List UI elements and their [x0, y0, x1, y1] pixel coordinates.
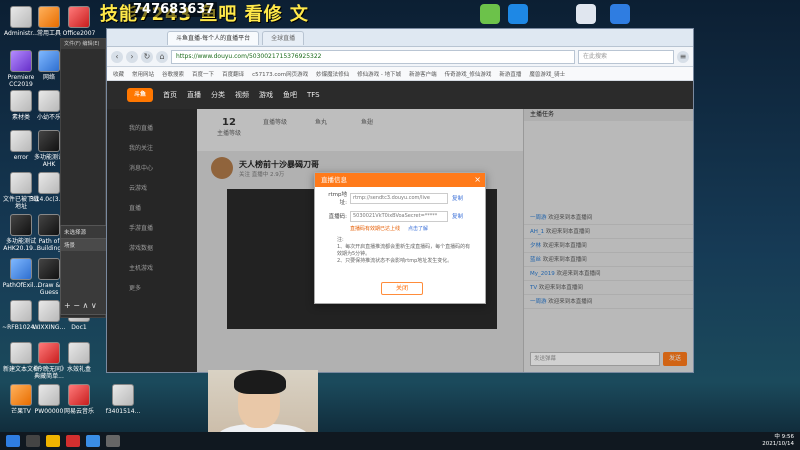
taskbar: 中 9:56 2021/10/14 — [0, 432, 800, 450]
stream-info-modal: 直播信息 × rtmp地址: rtmp://sendtc3.douyu.com/… — [314, 172, 486, 304]
close-button[interactable]: 关闭 — [381, 282, 423, 295]
explorer-icon[interactable] — [46, 435, 60, 447]
bookmark-item[interactable]: c57173.com网页游戏 — [252, 70, 308, 78]
modal-title: 直播信息 — [321, 176, 347, 184]
nav-category[interactable]: 分类 — [211, 90, 225, 100]
nav-video[interactable]: 视频 — [235, 90, 249, 100]
clock-date: 2021/10/14 — [762, 441, 794, 447]
forward-icon[interactable]: › — [126, 50, 138, 63]
bookmark-item[interactable]: 谷歌搜索 — [162, 70, 184, 78]
warning-text: 直播码有效期已达上线 点击了解 — [350, 226, 429, 232]
desktop-icon-netease-music[interactable]: 网易云音乐 — [60, 384, 98, 415]
file-icon — [10, 130, 32, 152]
file-icon — [10, 90, 32, 112]
bookmark-item[interactable]: 新游直播 — [499, 70, 521, 78]
netease-music-icon — [68, 384, 90, 406]
network-icon — [38, 50, 60, 72]
obs-sources-panel: 未选择源 场景 + − ∧ ∨ — [60, 225, 110, 315]
url-input[interactable]: https://www.douyu.com/503002171537692532… — [171, 49, 575, 64]
person-hair — [234, 370, 286, 394]
taskview-icon[interactable] — [26, 435, 40, 447]
file-icon — [38, 90, 60, 112]
ime-indicator[interactable]: 中 — [774, 434, 780, 440]
menu-icon[interactable]: ≡ — [677, 50, 689, 63]
file-icon — [10, 300, 32, 322]
browser-addressbar: ‹ › ↻ ⌂ https://www.douyu.com/5030021715… — [107, 47, 693, 67]
premiere-icon — [10, 50, 32, 72]
bookmark-item[interactable]: 修仙游戏 - 地下城 — [357, 70, 401, 78]
text-file-icon — [10, 342, 32, 364]
qq-number: 747683637 — [130, 2, 218, 17]
mangotv-icon — [10, 384, 32, 406]
bookmark-item[interactable]: 收藏 — [113, 70, 124, 78]
folder-icon — [38, 6, 60, 28]
obs-scene-label: 未选择源 — [61, 226, 109, 239]
file-icon — [38, 384, 60, 406]
learn-more-link[interactable]: 点击了解 — [408, 226, 428, 232]
obs-source-label: 场景 — [61, 239, 109, 251]
bookmarks-bar: 收藏 常用网站 谷歌搜索 百度一下 百度翻译 c57173.com网页游戏 妙爆… — [107, 67, 693, 81]
obs-source-controls[interactable]: + − ∧ ∨ — [64, 301, 97, 310]
modal-notes: 注: 1、每次开启直播推流都会重新生成直播码，每个直播码的有效期为5分钟。 2、… — [337, 237, 471, 264]
nav-live[interactable]: 直播 — [187, 90, 201, 100]
app-feishu-icon[interactable] — [610, 4, 630, 24]
home-icon[interactable]: ⌂ — [156, 50, 168, 63]
bookmark-item[interactable]: 新游客户端 — [409, 70, 437, 78]
bookmark-item[interactable]: 百度翻译 — [222, 70, 244, 78]
nav-home[interactable]: 首页 — [163, 90, 177, 100]
windows-start-icon[interactable] — [6, 435, 20, 447]
tab-douyu[interactable]: 斗鱼直播-每个人的直播平台 — [167, 30, 260, 45]
bookmark-item[interactable]: 妙爆魔法修仙 — [316, 70, 349, 78]
nav-games[interactable]: 游戏 — [259, 90, 273, 100]
tab-global[interactable]: 全球直播 — [262, 30, 305, 45]
system-tray: 中 9:56 2021/10/14 — [762, 434, 794, 448]
key-field[interactable]: 5030021VkT0ixBVoaSecret=***** — [350, 210, 448, 222]
refresh-icon[interactable]: ↻ — [141, 50, 153, 63]
desktop-icon-office[interactable]: Office2007 — [60, 6, 98, 37]
user-folder-icon — [10, 6, 32, 28]
nav-tfs[interactable]: TFS — [307, 91, 320, 99]
nav-yuba[interactable]: 鱼吧 — [283, 90, 297, 100]
clock-time: 9:56 — [781, 434, 794, 440]
bookmark-item[interactable]: 百度一下 — [192, 70, 214, 78]
desktop-icon-f34[interactable]: f3401514... — [104, 384, 142, 415]
close-icon[interactable]: × — [474, 173, 481, 187]
back-icon[interactable]: ‹ — [111, 50, 123, 63]
ahk-icon — [10, 214, 32, 236]
zip-file-icon — [38, 172, 60, 194]
app-red-icon[interactable] — [66, 435, 80, 447]
app-network-icon[interactable] — [576, 4, 596, 24]
bookmark-item[interactable]: 常用网站 — [132, 70, 154, 78]
game-icon — [38, 258, 60, 280]
file-icon — [112, 384, 134, 406]
file-icon — [38, 300, 60, 322]
app-folder-icon[interactable] — [508, 4, 528, 24]
modal-header: 直播信息 × — [315, 173, 485, 187]
ahk-icon — [38, 130, 60, 152]
bookmark-item[interactable]: 传奇游戏_修仙游戏 — [445, 70, 492, 78]
rtmp-field[interactable]: rtmp://sendtc3.douyu.com/live — [350, 192, 448, 204]
desktop-icon-shuixiao[interactable]: 水效礼盒 — [60, 342, 98, 373]
copy-key-button[interactable]: 复制 — [452, 212, 463, 220]
file-icon — [68, 342, 90, 364]
key-row: 直播码: 5030021VkT0ixBVoaSecret=***** 复制 — [315, 209, 485, 223]
text-file-icon — [10, 172, 32, 194]
browser-taskbar-icon[interactable] — [86, 435, 100, 447]
office-icon — [68, 6, 90, 28]
douyu-logo[interactable]: 斗鱼 — [127, 88, 153, 102]
key-label: 直播码: — [328, 214, 347, 220]
pdf-icon — [38, 342, 60, 364]
game-icon — [10, 258, 32, 280]
obs-menubar: 文件(F) 编辑(E) — [61, 39, 105, 49]
douyu-nav: 斗鱼 首页 直播 分类 视频 游戏 鱼吧 TFS — [107, 81, 693, 109]
browser-tabbar: 斗鱼直播-每个人的直播平台 全球直播 — [107, 29, 693, 47]
rtmp-row: rtmp地址: rtmp://sendtc3.douyu.com/live 复制 — [315, 191, 485, 206]
obs-taskbar-icon[interactable] — [106, 435, 120, 447]
pob-icon — [38, 214, 60, 236]
copy-rtmp-button[interactable]: 复制 — [452, 194, 463, 202]
rtmp-label: rtmp地址: — [328, 192, 347, 206]
app-star-icon[interactable] — [480, 4, 500, 24]
search-input[interactable]: 在此搜索 — [578, 49, 674, 64]
bookmark-item[interactable]: 魔兽游戏_骑士 — [529, 70, 565, 78]
